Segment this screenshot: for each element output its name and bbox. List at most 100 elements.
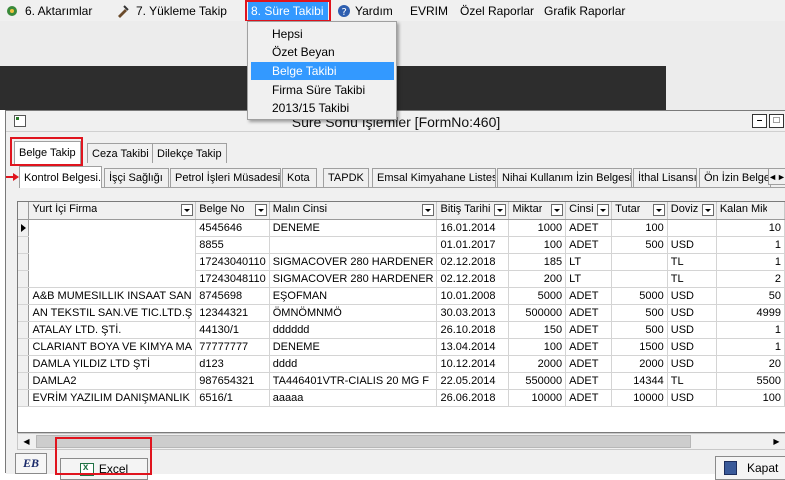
col-miktar[interactable]: Miktar (508, 202, 567, 220)
cell-belge-no[interactable]: 4545646 (195, 219, 270, 237)
minimize-button[interactable]: – (752, 114, 767, 128)
tab-dilekce-takip[interactable]: Dilekçe Takip (152, 143, 227, 163)
table-row[interactable]: ATALAY LTD. ŞTİ. 44130/1 dddddd 26.10.20… (18, 321, 785, 339)
cell-tutar[interactable]: 14344 (611, 372, 668, 390)
cell-bitis[interactable]: 30.03.2013 (436, 304, 510, 322)
cell-doviz[interactable]: USD (667, 304, 717, 322)
cell-bitis[interactable]: 10.12.2014 (436, 355, 510, 373)
cell-miktar[interactable]: 500000 (508, 304, 567, 322)
cell-kalan[interactable]: 2 (716, 270, 785, 288)
cell-belge-no[interactable]: 6516/1 (195, 389, 270, 407)
cell-malin-cinsi[interactable]: DENEME (269, 338, 438, 356)
cell-doviz[interactable]: USD (667, 321, 717, 339)
cell-kalan[interactable]: 5500 (716, 372, 785, 390)
filter-dropdown-icon[interactable] (597, 204, 610, 216)
cell-kalan[interactable]: 10 (716, 219, 785, 237)
tab-scroll-arrows[interactable]: ◄► (768, 168, 785, 185)
cell-doviz[interactable]: USD (667, 389, 717, 407)
cell-firma[interactable]: AN TEKSTIL SAN.VE TIC.LTD.Ş (28, 304, 197, 322)
tab-nihai-kullanim[interactable]: Nihai Kullanım İzin Belgesi (497, 168, 632, 187)
cell-cinsi[interactable]: ADET (565, 372, 613, 390)
menu-yukleme-takip[interactable]: 7. Yükleme Takip (113, 1, 230, 20)
menu-ozel-raporlar[interactable]: Özel Raporlar (457, 1, 537, 20)
cell-doviz[interactable]: USD (667, 236, 717, 254)
cell-cinsi[interactable]: ADET (565, 355, 613, 373)
cell-miktar[interactable]: 150 (508, 321, 567, 339)
cell-cinsi[interactable]: ADET (565, 304, 613, 322)
cell-tutar[interactable]: 500 (611, 321, 668, 339)
dropdown-item-2013-15-takibi[interactable]: 2013/15 Takibi (251, 99, 394, 117)
cell-tutar[interactable] (611, 253, 668, 271)
table-row[interactable]: A&B MUMESILLIK INSAAT SAN 8745698 EŞOFMA… (18, 287, 785, 305)
cell-bitis[interactable]: 02.12.2018 (436, 253, 510, 271)
cell-miktar[interactable]: 5000 (508, 287, 567, 305)
table-row[interactable]: AN TEKSTIL SAN.VE TIC.LTD.Ş 12344321 ÖMN… (18, 304, 785, 322)
col-bitis-tarihi[interactable]: Bitiş Tarihi (436, 202, 510, 220)
cell-malin-cinsi[interactable]: SIGMACOVER 280 HARDENER (269, 253, 438, 271)
tab-petrol-isleri[interactable]: Petrol İşleri Müsadesi (170, 168, 281, 187)
menu-sure-takibi[interactable]: 8. Süre Takibi (248, 1, 328, 20)
filter-dropdown-icon[interactable] (551, 204, 564, 216)
cell-firma[interactable]: ATALAY LTD. ŞTİ. (28, 321, 197, 339)
belge-grid[interactable]: Yurt İçi Firma Belge No Malın Cinsi Biti… (17, 201, 785, 433)
cell-belge-no[interactable]: 8745698 (195, 287, 270, 305)
dropdown-item-firma-sure-takibi[interactable]: Firma Süre Takibi (251, 81, 394, 99)
maximize-button[interactable]: □ (769, 114, 784, 128)
cell-bitis[interactable]: 10.01.2008 (436, 287, 510, 305)
excel-button[interactable]: Excel (60, 458, 148, 480)
cell-firma[interactable] (28, 219, 197, 236)
menu-grafik-raporlar[interactable]: Grafik Raporlar (541, 1, 628, 20)
cell-tutar[interactable]: 2000 (611, 355, 668, 373)
cell-tutar[interactable]: 500 (611, 236, 668, 254)
cell-malin-cinsi[interactable]: DENEME (269, 219, 438, 237)
tab-isci-sagligi[interactable]: İşçi Sağlığı (104, 168, 169, 187)
cell-malin-cinsi[interactable]: dddd (269, 355, 438, 373)
dropdown-item-hepsi[interactable]: Hepsi (251, 25, 394, 43)
kapat-button[interactable]: Kapat (715, 456, 785, 480)
cell-belge-no[interactable]: 17243048110 (195, 270, 270, 288)
cell-doviz[interactable]: TL (667, 372, 717, 390)
cell-cinsi[interactable]: ADET (565, 287, 613, 305)
cell-bitis[interactable]: 22.05.2014 (436, 372, 510, 390)
cell-doviz[interactable]: TL (667, 253, 717, 271)
cell-kalan[interactable]: 20 (716, 355, 785, 373)
filter-dropdown-icon[interactable] (181, 204, 194, 216)
menu-aktarimlar[interactable]: 6. Aktarımlar (2, 1, 95, 20)
cell-cinsi[interactable]: LT (565, 253, 613, 271)
cell-bitis[interactable]: 02.12.2018 (436, 270, 510, 288)
cell-malin-cinsi[interactable]: EŞOFMAN (269, 287, 438, 305)
cell-doviz[interactable]: TL (667, 270, 717, 288)
cell-kalan[interactable]: 1 (716, 236, 785, 254)
col-cinsi[interactable]: Cinsi (565, 202, 613, 220)
cell-malin-cinsi[interactable]: TA446401VTR-CIALIS 20 MG F (269, 372, 438, 390)
table-row[interactable]: 17243040110 SIGMACOVER 280 HARDENER 02.1… (18, 253, 785, 271)
cell-cinsi[interactable]: LT (565, 270, 613, 288)
cell-miktar[interactable]: 100 (508, 338, 567, 356)
cell-cinsi[interactable]: ADET (565, 338, 613, 356)
cell-belge-no[interactable]: 17243040110 (195, 253, 270, 271)
table-row[interactable]: CLARIANT BOYA VE KIMYA MA 77777777 DENEM… (18, 338, 785, 356)
cell-malin-cinsi[interactable]: ÖMNÖMNMÖ (269, 304, 438, 322)
filter-dropdown-icon[interactable] (652, 204, 665, 216)
cell-cinsi[interactable]: ADET (565, 236, 613, 254)
dropdown-item-belge-takibi[interactable]: Belge Takibi (251, 62, 394, 80)
cell-cinsi[interactable]: ADET (565, 321, 613, 339)
cell-tutar[interactable]: 1500 (611, 338, 668, 356)
cell-firma[interactable] (28, 270, 197, 288)
cell-kalan[interactable]: 1 (716, 321, 785, 339)
cell-belge-no[interactable]: 44130/1 (195, 321, 270, 339)
evrim-logo-button[interactable]: EB (15, 453, 47, 474)
cell-miktar[interactable]: 185 (508, 253, 567, 271)
col-belge-no[interactable]: Belge No (195, 202, 270, 220)
cell-cinsi[interactable]: ADET (565, 219, 613, 237)
table-row[interactable]: 8855 01.01.2017 100 ADET 500 USD 1 (18, 236, 785, 254)
horizontal-scrollbar[interactable]: ◀ ▶ (17, 433, 785, 450)
cell-belge-no[interactable]: 8855 (195, 236, 270, 254)
cell-firma[interactable] (28, 253, 197, 270)
cell-cinsi[interactable]: ADET (565, 389, 613, 407)
cell-malin-cinsi[interactable]: aaaaa (269, 389, 438, 407)
cell-firma[interactable]: DAMLA YILDIZ LTD ŞTİ (28, 355, 197, 373)
cell-doviz[interactable]: USD (667, 287, 717, 305)
cell-firma[interactable]: CLARIANT BOYA VE KIMYA MA (28, 338, 197, 356)
cell-bitis[interactable]: 16.01.2014 (436, 219, 510, 237)
